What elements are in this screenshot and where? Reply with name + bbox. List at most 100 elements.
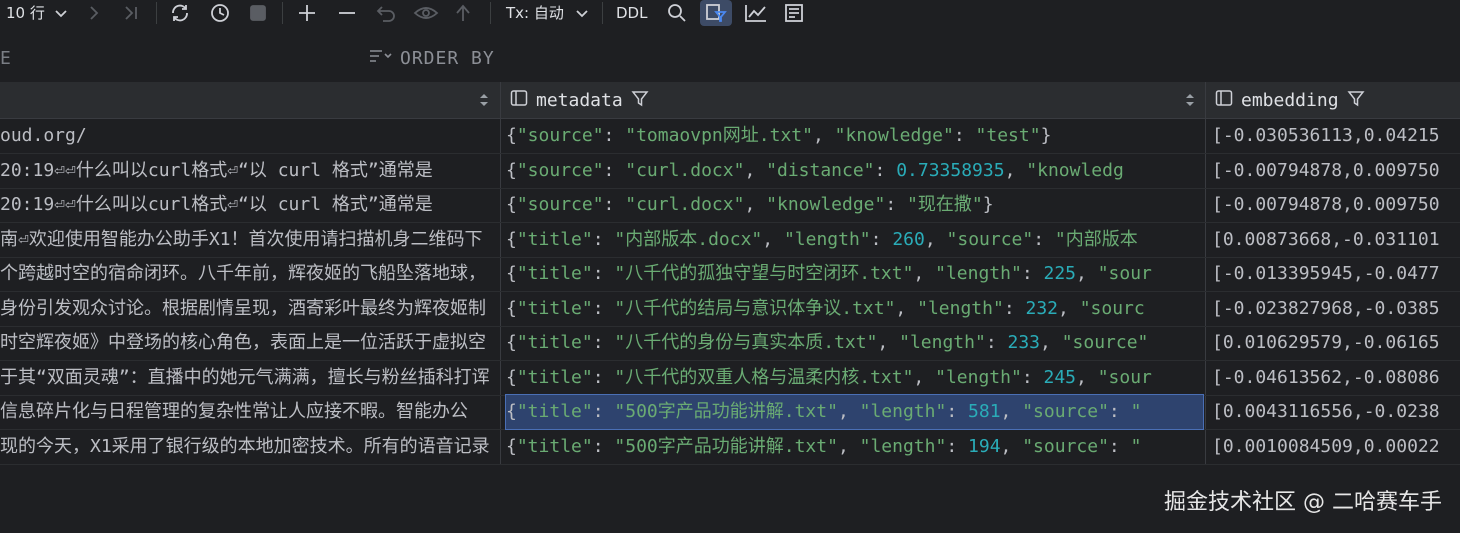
filter-bar: E ORDER BY <box>0 38 1460 83</box>
cell-embedding[interactable]: [-0.023827968,-0.0385 <box>1212 292 1460 326</box>
json-token: "length" <box>859 401 947 422</box>
column-header-embedding[interactable]: embedding <box>1215 82 1365 118</box>
json-token: "title" <box>516 332 593 353</box>
order-by-input[interactable]: ORDER BY <box>368 48 495 69</box>
cell-content[interactable]: 现的今天，X1采用了银行级的本地加密技术。所有的语音记录 <box>0 430 500 464</box>
search-icon[interactable] <box>664 0 690 26</box>
json-token: "source" <box>946 228 1034 250</box>
cell-metadata[interactable]: {"source": "tomaovpn网址.txt", "knowledge"… <box>506 119 1203 153</box>
chevron-down-icon <box>54 1 68 27</box>
next-page-icon[interactable] <box>84 0 104 26</box>
cell-embedding[interactable]: [-0.030536113,0.04215 <box>1212 119 1460 153</box>
cell-metadata[interactable]: {"source": "curl.docx", "knowledge": "现在… <box>506 188 1203 222</box>
cell-content[interactable]: 20:19⏎⏎什么叫以curl格式⏎“以 curl 格式”通常是 <box>0 154 500 188</box>
cell-content[interactable]: 20:19⏎⏎什么叫以curl格式⏎“以 curl 格式”通常是 <box>0 188 500 222</box>
table-row[interactable]: 南⏎欢迎使用智能办公助手X1！首次使用请扫描机身二维码下 {"title": "内… <box>0 223 1460 258</box>
table-row[interactable]: 20:19⏎⏎什么叫以curl格式⏎“以 curl 格式”通常是 {"source… <box>0 188 1460 223</box>
json-token: 233 <box>1007 332 1041 353</box>
json-token: , <box>1004 159 1027 181</box>
json-token: "source" <box>1061 332 1149 353</box>
cell-content[interactable]: 个跨越时空的宿命闭环。八千年前，辉夜姬的飞船坠落地球， <box>0 257 500 291</box>
cell-content[interactable]: 身份引发观众讨论。根据剧情呈现，酒寄彩叶最终为辉夜姬制 <box>0 292 500 326</box>
ddl-button[interactable]: DDL <box>616 0 647 26</box>
cell-content[interactable]: 南⏎欢迎使用智能办公助手X1！首次使用请扫描机身二维码下 <box>0 223 500 257</box>
sort-lines-icon <box>368 48 392 69</box>
table-row[interactable]: 20:19⏎⏎什么叫以curl格式⏎“以 curl 格式”通常是 {"source… <box>0 154 1460 189</box>
json-token: , <box>1000 401 1023 422</box>
cell-embedding[interactable]: [-0.013395945,-0.0477 <box>1212 257 1460 291</box>
sort-toggle-icon[interactable] <box>478 82 490 118</box>
filter-rows-icon[interactable] <box>700 0 732 26</box>
json-token: 232 <box>1025 297 1059 319</box>
chart-icon[interactable] <box>742 0 770 26</box>
cell-metadata[interactable]: {"source": "curl.docx", "distance": 0.73… <box>506 154 1203 188</box>
cell-metadata[interactable]: {"title": "八千代的双重人格与温柔内核.txt", "length":… <box>506 361 1203 395</box>
divider <box>156 2 157 24</box>
revert-icon[interactable] <box>372 0 400 26</box>
refresh-icon[interactable] <box>166 0 194 26</box>
cell-metadata[interactable]: {"title": "八千代的孤独守望与时空闭环.txt", "length":… <box>506 257 1203 291</box>
json-token: : <box>603 194 626 215</box>
cell-embedding[interactable]: [0.00873668,-0.031101 <box>1212 223 1460 257</box>
transaction-mode-select[interactable]: Tx: 自动 <box>506 0 589 26</box>
cell-metadata[interactable]: {"title": "八千代的身份与真实本质.txt", "length": 2… <box>506 326 1203 360</box>
json-token: , <box>837 435 860 457</box>
json-token: : <box>1033 228 1055 250</box>
table-row[interactable]: 个跨越时空的宿命闭环。八千年前，辉夜姬的飞船坠落地球， {"title": "八千… <box>0 257 1460 292</box>
json-token: "八千代的双重人格与温柔内核.txt" <box>614 366 914 388</box>
json-token: "title" <box>516 228 593 250</box>
cell-metadata[interactable]: {"title": "500字产品功能讲解.txt", "length": 58… <box>505 394 1204 430</box>
json-token: "source" <box>1022 435 1109 457</box>
json-token: "knowledge" <box>766 194 886 215</box>
table-row[interactable]: oud.org/{"source": "tomaovpn网址.txt", "kn… <box>0 119 1460 154</box>
cell-metadata[interactable]: {"title": "500字产品功能讲解.txt", "length": 19… <box>506 430 1203 464</box>
remove-row-icon[interactable] <box>334 0 360 26</box>
cell-metadata[interactable]: {"title": "八千代的结局与意识体争议.txt", "length": … <box>506 292 1203 326</box>
filter-icon[interactable] <box>631 89 649 112</box>
cell-embedding[interactable]: [-0.04613562,-0.08086 <box>1212 361 1460 395</box>
json-token: : <box>985 332 1008 353</box>
cell-embedding[interactable]: [0.0010084509,0.00022 <box>1212 430 1460 464</box>
preview-icon[interactable] <box>410 0 442 26</box>
cell-metadata[interactable]: {"title": "内部版本.docx", "length": 260, "s… <box>506 223 1203 257</box>
json-token: "八千代的孤独守望与时空闭环.txt" <box>614 263 914 284</box>
cell-content[interactable]: 信息碎片化与日程管理的复杂性常让人应接不暇。智能办公 <box>0 395 500 429</box>
divider <box>490 2 491 24</box>
json-token: : <box>603 159 626 181</box>
table-row[interactable]: 时空辉夜姬》中登场的核心角色，表面上是一位活跃于虚拟空 {"title": "八千… <box>0 326 1460 361</box>
history-icon[interactable] <box>206 0 234 26</box>
json-token: "500字产品功能讲解.txt" <box>614 435 838 457</box>
rows-per-page-select[interactable]: 10 行 <box>6 0 68 26</box>
json-token: : <box>1021 366 1044 388</box>
where-filter-input[interactable]: E <box>0 48 11 69</box>
json-token: "source" <box>1022 401 1109 422</box>
json-token: : <box>874 159 897 181</box>
json-token: { <box>506 194 517 215</box>
json-token: "test" <box>975 125 1041 146</box>
submit-icon[interactable] <box>450 0 476 26</box>
table-row[interactable]: 现的今天，X1采用了银行级的本地加密技术。所有的语音记录 {"title": "5… <box>0 430 1460 465</box>
json-token: "source" <box>516 159 604 181</box>
last-page-icon[interactable] <box>120 0 142 26</box>
table-row[interactable]: 身份引发观众讨论。根据剧情呈现，酒寄彩叶最终为辉夜姬制 {"title": "八千… <box>0 292 1460 327</box>
view-mode-icon[interactable] <box>780 0 808 26</box>
cell-embedding[interactable]: [0.0043116556,-0.0238 <box>1212 395 1460 429</box>
column-header-metadata[interactable]: metadata <box>510 82 649 118</box>
json-token: "sour <box>1097 263 1152 284</box>
json-token: 194 <box>968 435 1001 457</box>
table-row[interactable]: 于其“双面灵魂”：直播中的她元气满满，擅长与粉丝插科打诨 {"title": "八… <box>0 361 1460 396</box>
add-row-icon[interactable] <box>294 0 320 26</box>
cell-embedding[interactable]: [-0.00794878,0.009750 <box>1212 188 1460 222</box>
json-token: , <box>1058 297 1080 319</box>
cell-content[interactable]: oud.org/ <box>0 119 500 153</box>
json-token: 225 <box>1043 263 1077 284</box>
cell-embedding[interactable]: [-0.00794878,0.009750 <box>1212 154 1460 188</box>
json-token: , <box>924 228 947 250</box>
cell-content[interactable]: 于其“双面灵魂”：直播中的她元气满满，擅长与粉丝插科打诨 <box>0 361 500 395</box>
sort-toggle-icon[interactable] <box>1184 82 1196 118</box>
stop-icon[interactable] <box>246 0 270 26</box>
cell-embedding[interactable]: [0.010629579,-0.06165 <box>1212 326 1460 360</box>
table-row[interactable]: 信息碎片化与日程管理的复杂性常让人应接不暇。智能办公 {"title": "500… <box>0 394 1460 430</box>
filter-icon[interactable] <box>1347 89 1365 112</box>
cell-content[interactable]: 时空辉夜姬》中登场的核心角色，表面上是一位活跃于虚拟空 <box>0 326 500 360</box>
